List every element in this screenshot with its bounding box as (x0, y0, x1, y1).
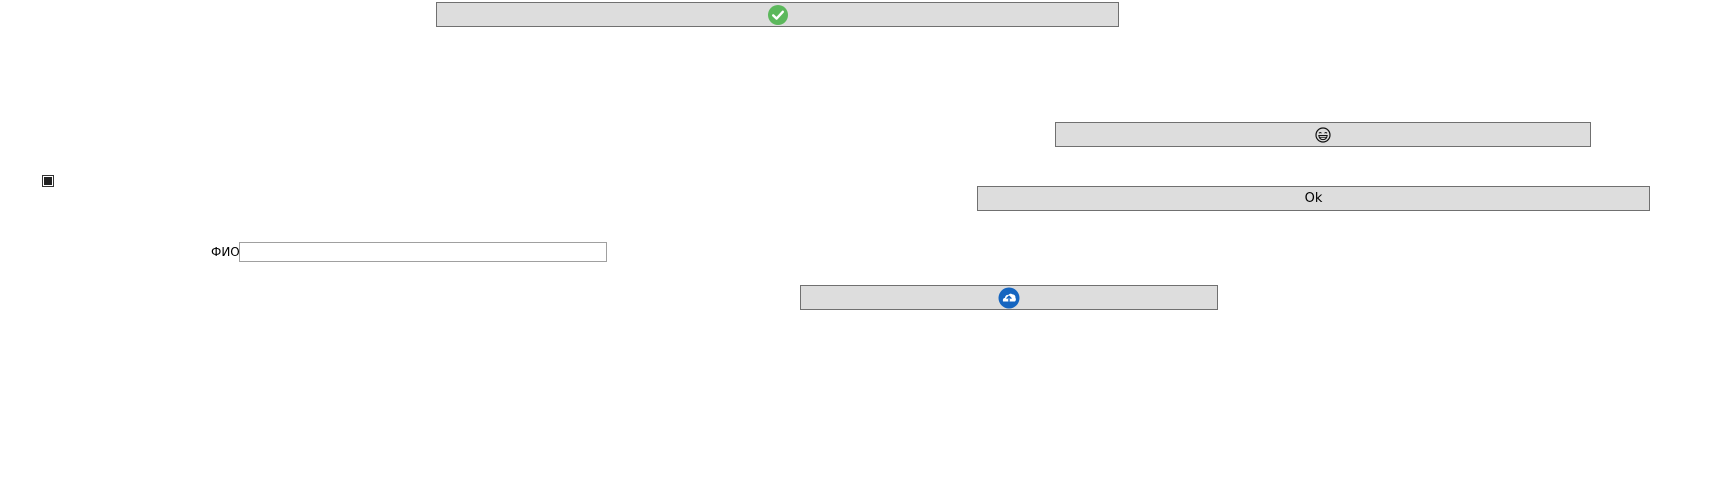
grinning-face-icon (1315, 126, 1331, 143)
fio-input[interactable] (239, 242, 607, 262)
cloud-upload-icon (998, 287, 1020, 309)
check-circle-icon (767, 4, 788, 25)
checkbox[interactable] (42, 175, 54, 187)
fio-label: ФИО (211, 245, 240, 259)
ok-button-label: Ok (1304, 191, 1323, 206)
checkbox-checked-mark (44, 177, 52, 185)
face-button[interactable] (1055, 122, 1591, 147)
cloud-button[interactable] (800, 285, 1218, 310)
check-button[interactable] (436, 2, 1119, 27)
ok-button[interactable]: Ok (977, 186, 1650, 211)
